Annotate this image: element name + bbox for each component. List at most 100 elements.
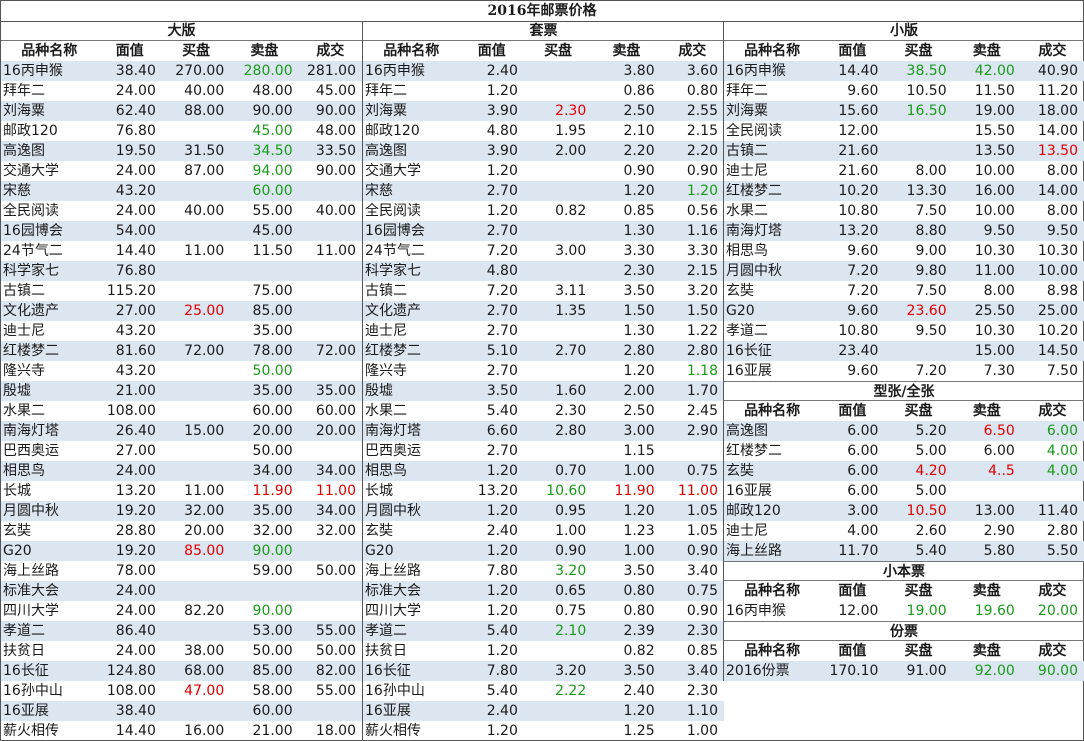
column-header: 买盘 (904, 43, 933, 59)
deal-price (299, 361, 362, 381)
ask-price: 10.00 (974, 203, 1015, 219)
bid-price: 9.80 (884, 261, 953, 281)
ask-price: 11.50 (252, 243, 293, 259)
deal-price: 0.90 (686, 163, 718, 179)
price-table: 品种名称 面值 买盘 卖盘 成交 2016份票 170.10 91.00 92.00 90.00 (724, 641, 1084, 681)
face-value: 2.40 (459, 701, 524, 721)
ask-price: 10.00 (974, 163, 1015, 179)
table-row: G20 19.20 85.00 90.00 (1, 541, 362, 561)
deal-price: 9.50 (1020, 221, 1084, 241)
bid-price: 0.65 (523, 581, 593, 601)
stamp-name: 邮政120 (724, 501, 821, 521)
ask-price: 45.00 (252, 123, 293, 139)
bid-price: 88.00 (161, 101, 231, 121)
ask-price: 50.00 (252, 443, 293, 459)
table-row: 水果二 108.00 60.00 60.00 (1, 401, 362, 421)
face-value: 26.40 (97, 421, 162, 441)
bid-price: 3.11 (555, 283, 587, 299)
column-header: 面值 (838, 583, 867, 599)
ask-price: 6.00 (983, 443, 1015, 459)
stamp-name: 16孙中山 (365, 683, 425, 699)
face-value: 1.20 (486, 163, 518, 179)
face-value: 43.20 (115, 363, 156, 379)
bid-price: 5.00 (915, 443, 947, 459)
ask-price: 1.20 (592, 501, 661, 521)
stamp-name: 宋慈 (1, 181, 98, 201)
table-row: 16丙申猴 14.40 38.50 42.00 40.90 (724, 61, 1084, 81)
column-header: 买盘 (904, 643, 933, 659)
face-value: 21.60 (838, 163, 879, 179)
ask-price: 75.00 (252, 283, 293, 299)
stamp-name: 四川大学 (3, 603, 59, 619)
table-row: 迪士尼 4.00 2.60 2.90 2.80 (724, 521, 1084, 541)
table-row: 文化遗产 27.00 25.00 85.00 (1, 301, 362, 321)
bid-price (523, 701, 593, 721)
deal-price: 48.00 (315, 123, 356, 139)
table-row: 殷墟 21.00 35.00 35.00 (1, 381, 362, 401)
ask-price: 2.10 (623, 123, 655, 139)
deal-price (299, 601, 362, 621)
ask-price: 60.00 (230, 701, 299, 721)
stamp-name: 红楼梦二 (363, 341, 460, 361)
table-row: 四川大学 1.20 0.75 0.80 0.90 (363, 601, 724, 621)
face-value: 14.40 (115, 243, 156, 259)
stamp-name: 巴西奥运 (365, 443, 421, 459)
deal-price: 3.40 (686, 563, 718, 579)
column-header: 成交 (1038, 43, 1067, 59)
face-value: 11.70 (820, 541, 885, 561)
table-row: 16园博会 2.70 1.30 1.16 (363, 221, 724, 241)
deal-price (298, 301, 362, 321)
stamp-name: 邮政120 (365, 123, 420, 139)
stamp-name: 红楼梦二 (726, 443, 782, 459)
column-header: 买盘 (544, 43, 573, 59)
table-row: 邮政120 3.00 10.50 13.00 11.40 (724, 501, 1084, 521)
face-value: 6.00 (820, 461, 885, 481)
face-value: 27.00 (97, 301, 162, 321)
table-row: 红楼梦二 5.10 2.70 2.80 2.80 (363, 341, 724, 361)
bid-price: 2.30 (523, 101, 593, 121)
face-value: 1.20 (486, 723, 518, 739)
bid-price: 25.00 (161, 301, 231, 321)
table-row: 高逸图 3.90 2.00 2.20 2.20 (363, 141, 724, 161)
face-value: 7.20 (486, 243, 518, 259)
table-row: 科学家七 4.80 2.30 2.15 (363, 261, 724, 281)
deal-price: 2.90 (660, 421, 724, 441)
price-table: 品种名称 面值 买盘 卖盘 成交 高逸图 6.00 5.20 6.50 6.00 红楼梦二 6.00 5… (724, 401, 1084, 561)
stamp-name: 16丙申猴 (1, 61, 98, 81)
face-value: 24.00 (97, 461, 162, 481)
stamp-name: 16丙申猴 (724, 61, 821, 81)
ask-price: 90.00 (252, 603, 293, 619)
deal-price: 3.40 (660, 661, 724, 681)
bid-price: 82.20 (184, 603, 225, 619)
face-value: 38.40 (97, 701, 162, 721)
deal-price: 25.00 (1020, 301, 1084, 321)
table-row: 玄奘 28.80 20.00 32.00 32.00 (1, 521, 362, 541)
section-title: 小本票 (724, 561, 1084, 581)
stamp-name: 16丙申猴 (726, 603, 786, 619)
face-value: 24.00 (97, 581, 162, 601)
face-value: 7.80 (459, 661, 524, 681)
table-row: 24节气二 7.20 3.00 3.30 3.30 (363, 241, 724, 261)
face-value: 4.80 (459, 261, 524, 281)
table-row: 16长征 23.40 15.00 14.50 (724, 341, 1084, 361)
ask-price: 2.20 (592, 141, 661, 161)
ask-price: 90.00 (230, 541, 299, 561)
header-row: 品种名称 面值 买盘 卖盘 成交 (724, 41, 1084, 61)
table-row: 文化遗产 2.70 1.35 1.50 1.50 (363, 301, 724, 321)
table-row: 古镇二 21.60 13.50 13.50 (724, 141, 1084, 161)
stamp-name: 迪士尼 (726, 163, 768, 179)
deal-price: 2.15 (660, 261, 724, 281)
table-row: 标准大会 24.00 (1, 581, 362, 601)
deal-price: 4.00 (1020, 461, 1084, 481)
stamp-name: 殷墟 (363, 381, 460, 401)
face-value: 3.00 (820, 501, 885, 521)
ask-price: 0.86 (623, 83, 655, 99)
ask-price: 2.50 (623, 403, 655, 419)
price-table: 品种名称 面值 买盘 卖盘 成交 16丙申猴 38.40 270.00 280.00 281.00… (1, 41, 362, 741)
face-value: 124.80 (97, 661, 162, 681)
table-row: 南海灯塔 6.60 2.80 3.00 2.90 (363, 421, 724, 441)
ask-price: 60.00 (230, 181, 299, 201)
stamp-name: 长城 (365, 483, 393, 499)
deal-price: 8.00 (1046, 203, 1078, 219)
section-right-3: 份票 品种名称 面值 买盘 卖盘 成交 2016份票 170.10 91.00 92.00 90.0… (724, 621, 1084, 681)
